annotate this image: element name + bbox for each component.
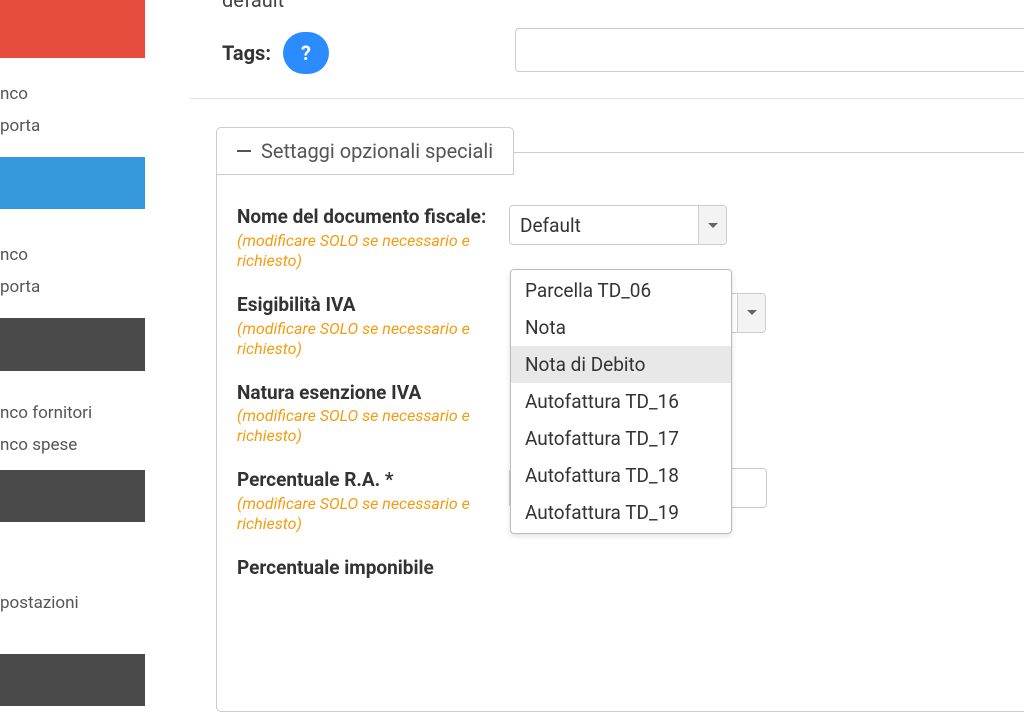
tags-input[interactable] bbox=[515, 28, 1024, 72]
dropdown-item[interactable]: Parcella TD_06 bbox=[511, 272, 731, 309]
previous-row-cut: default bbox=[222, 0, 284, 12]
chevron-down-icon bbox=[747, 310, 757, 315]
row-imponibile: Percentuale imponibile bbox=[237, 556, 1024, 579]
sidebar-block-red bbox=[0, 0, 145, 58]
fieldset-legend-label: Settaggi opzionali speciali bbox=[261, 139, 493, 163]
sidebar-block-gray-2[interactable] bbox=[0, 470, 145, 522]
esenzione-note: (modificare SOLO se necessario e richies… bbox=[237, 406, 509, 446]
sidebar-item[interactable]: porta bbox=[0, 110, 145, 142]
ra-note: (modificare SOLO se necessario e richies… bbox=[237, 494, 509, 534]
fieldset-legend[interactable]: Settaggi opzionali speciali bbox=[216, 127, 514, 175]
main-content: default Tags: ? Settaggi opzionali speci… bbox=[190, 0, 1024, 654]
sidebar-item[interactable]: nco spese bbox=[0, 429, 145, 461]
sidebar-group-2: nco porta bbox=[0, 209, 145, 318]
imponibile-label: Percentuale imponibile bbox=[237, 556, 509, 579]
iva-label: Esigibilità IVA bbox=[237, 293, 509, 317]
chevron-down-icon bbox=[708, 223, 718, 228]
ra-label: Percentuale R.A. * bbox=[237, 468, 509, 492]
dropdown-item[interactable]: Autofattura TD_17 bbox=[511, 420, 731, 457]
sidebar-item[interactable]: porta bbox=[0, 271, 145, 303]
dropdown-item[interactable]: Autofattura TD_16 bbox=[511, 383, 731, 420]
row-doc-name: Nome del documento fiscale: (modificare … bbox=[237, 205, 1024, 271]
esenzione-label: Natura esenzione IVA bbox=[237, 381, 509, 405]
dropdown-item[interactable]: Autofattura TD_19 bbox=[511, 494, 731, 531]
select-caret bbox=[698, 206, 726, 244]
doc-name-note: (modificare SOLO se necessario e richies… bbox=[237, 231, 509, 271]
sidebar-item[interactable]: postazioni bbox=[0, 587, 145, 619]
sidebar-item[interactable]: nco bbox=[0, 78, 145, 110]
dropdown-item[interactable]: Autofattura TD_18 bbox=[511, 457, 731, 494]
select-caret bbox=[737, 294, 765, 332]
tags-row: Tags: ? bbox=[222, 32, 329, 74]
sidebar-block-gray-3[interactable] bbox=[0, 654, 145, 706]
doc-name-select-value: Default bbox=[520, 214, 581, 237]
dropdown-item[interactable]: Nota bbox=[511, 309, 731, 346]
collapse-icon bbox=[237, 150, 251, 152]
sidebar: nco porta nco porta nco fornitori nco sp… bbox=[0, 0, 145, 654]
dropdown-item[interactable]: Nota di Debito bbox=[511, 346, 731, 383]
sidebar-group-1: nco porta bbox=[0, 58, 145, 157]
doc-name-dropdown: Parcella TD_06 Nota Nota di Debito Autof… bbox=[510, 269, 732, 534]
iva-note: (modificare SOLO se necessario e richies… bbox=[237, 319, 509, 359]
sidebar-group-3: nco fornitori nco spese bbox=[0, 371, 145, 470]
optional-settings-fieldset: Settaggi opzionali speciali Nome del doc… bbox=[216, 152, 1024, 712]
sidebar-group-4: postazioni bbox=[0, 522, 145, 654]
sidebar-item[interactable]: nco bbox=[0, 239, 145, 271]
section-divider bbox=[190, 98, 1024, 99]
doc-name-select[interactable]: Default bbox=[509, 205, 727, 245]
sidebar-block-gray[interactable] bbox=[0, 318, 145, 371]
sidebar-item[interactable]: nco fornitori bbox=[0, 397, 145, 429]
doc-name-label: Nome del documento fiscale: bbox=[237, 205, 509, 229]
tags-label: Tags: bbox=[222, 41, 271, 65]
sidebar-block-blue[interactable] bbox=[0, 157, 145, 209]
help-icon[interactable]: ? bbox=[283, 32, 329, 74]
